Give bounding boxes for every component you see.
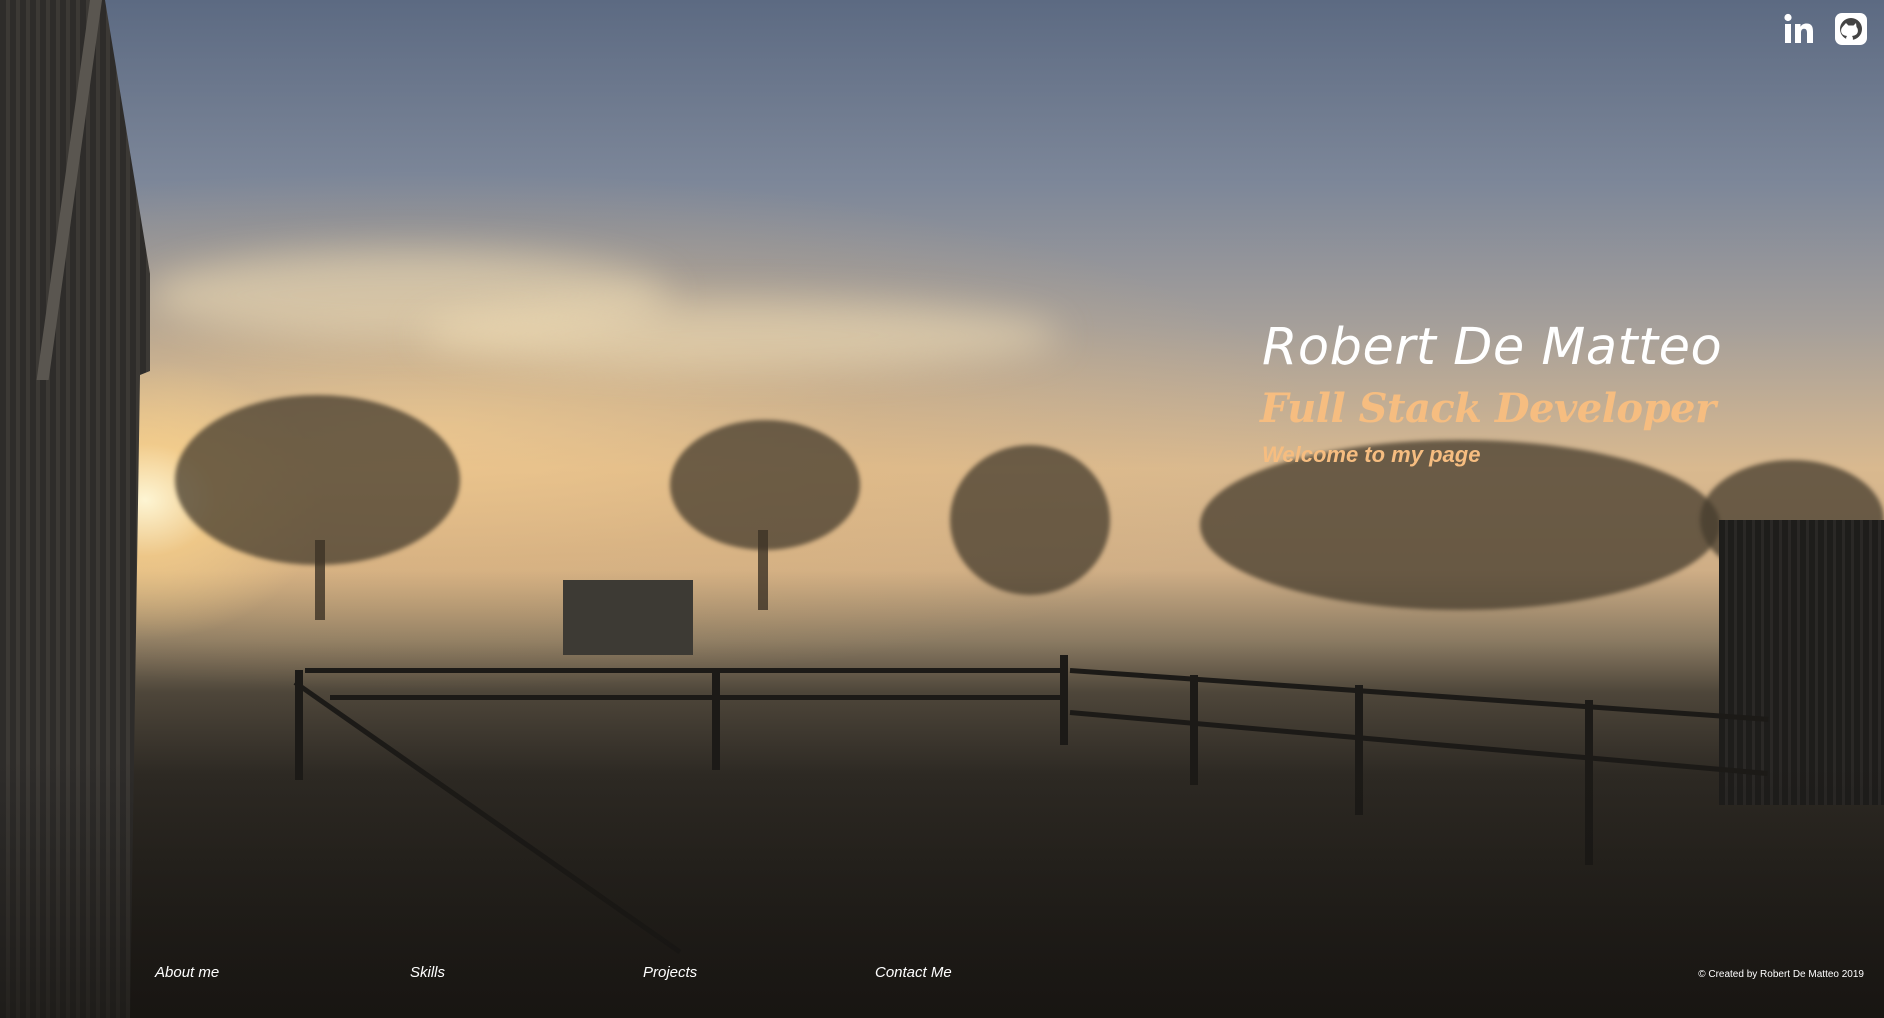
bottom-nav: About me Skills Projects Contact Me [0, 964, 1884, 984]
nav-about-me[interactable]: About me [155, 964, 219, 981]
social-links [1782, 12, 1868, 46]
welcome-message: Welcome to my page [1262, 442, 1481, 467]
tree-silhouette [950, 445, 1110, 595]
github-link[interactable] [1834, 12, 1868, 46]
fence-rail [305, 668, 1065, 673]
linkedin-link[interactable] [1782, 12, 1816, 46]
sky-cloud [420, 300, 1060, 370]
fence-post [712, 670, 720, 770]
linkedin-icon [1784, 13, 1813, 43]
nav-skills[interactable]: Skills [410, 964, 445, 981]
fence-post [1060, 655, 1068, 745]
fence-rail [330, 695, 1065, 700]
copyright-text: © Created by Robert De Matteo 2019 [1698, 969, 1864, 980]
intro-block: Robert De Matteo Full Stack Developer We… [1260, 318, 1723, 468]
nav-projects[interactable]: Projects [643, 964, 697, 981]
hero-background-photo [0, 0, 1884, 1018]
distant-shed [563, 580, 693, 655]
fence-rail [1069, 668, 1769, 722]
github-icon [1835, 13, 1867, 45]
tree-trunk [758, 530, 768, 610]
nav-contact-me[interactable]: Contact Me [875, 964, 952, 981]
developer-name: Robert De Matteo [1262, 318, 1723, 377]
developer-role: Full Stack Developer [1260, 385, 1716, 432]
tree-trunk [315, 540, 325, 620]
